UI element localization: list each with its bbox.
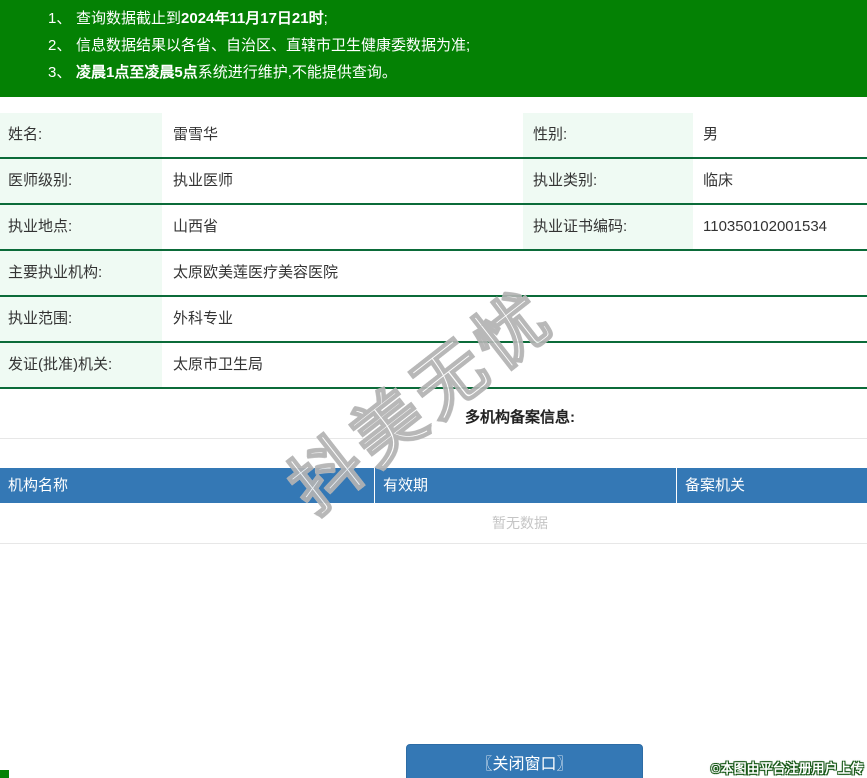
- notice-text-bold: 凌晨1点至凌晨5点: [76, 64, 198, 81]
- notice-line-number: 3、: [48, 64, 72, 81]
- notice-text: 系统进行维护,不能提供查询。: [197, 64, 397, 81]
- field-value-practice-place: 山西省: [173, 218, 219, 235]
- notice-text: ;: [323, 10, 328, 27]
- license-query-result-page: 1、 查询数据截止到2024年11月17日21时; 2、 信息数据结果以各省、自治区…: [0, 0, 867, 778]
- notice-line-number: 1、: [48, 10, 72, 27]
- field-value-doctor-level: 执业医师: [173, 172, 234, 189]
- notice-line-1: 1、 查询数据截止到2024年11月17日21时;: [0, 5, 867, 32]
- field-label-practice-type: 执业类别:: [523, 159, 693, 203]
- field-label-issuing-authority: 发证(批准)机关:: [0, 343, 162, 387]
- field-label-name: 姓名:: [0, 113, 162, 157]
- notice-text: 查询数据截止到: [76, 10, 182, 27]
- doctor-profile-table: 姓名: 雷雪华 性别: 男 医师级别: 执业医师 执业类别: 临床 执业地点: …: [0, 113, 867, 389]
- section-heading-multi-institution-records: 多机构备案信息:: [465, 409, 575, 426]
- field-label-practice-place: 执业地点:: [0, 205, 162, 249]
- column-header-validity-period: 有效期: [375, 468, 677, 503]
- table-row: 执业范围: 外科专业: [0, 297, 867, 343]
- field-value-practice-scope: 外科专业: [173, 310, 234, 327]
- field-value-main-institution: 太原欧美莲医疗美容医院: [173, 264, 339, 281]
- notice-banner: 1、 查询数据截止到2024年11月17日21时; 2、 信息数据结果以各省、自治区…: [0, 0, 867, 97]
- field-value-name: 雷雪华: [173, 126, 219, 143]
- notice-line-3: 3、 凌晨1点至凌晨5点系统进行维护,不能提供查询。: [0, 59, 867, 86]
- table-row: 执业地点: 山西省 执业证书编码: 110350102001534: [0, 205, 867, 251]
- corner-accent: [0, 770, 9, 778]
- field-value-gender: 男: [703, 126, 719, 143]
- field-label-certificate-no: 执业证书编码:: [523, 205, 693, 249]
- divider: [0, 543, 867, 544]
- copyright-watermark: ©本图由平台注册用户上传: [711, 761, 864, 776]
- notice-line-number: 2、: [48, 37, 72, 54]
- column-header-institution-name: 机构名称: [0, 468, 375, 503]
- notice-line-2: 2、 信息数据结果以各省、自治区、直辖市卫生健康委数据为准;: [0, 32, 867, 59]
- table-row: 发证(批准)机关: 太原市卫生局: [0, 343, 867, 389]
- notice-text-bold: 2024年11月17日21时: [181, 10, 324, 27]
- close-window-button[interactable]: 〖关闭窗口〗: [406, 744, 643, 778]
- column-header-record-authority: 备案机关: [685, 477, 746, 494]
- field-label-gender: 性别:: [523, 113, 693, 157]
- records-table-header: 机构名称 有效期 备案机关: [0, 468, 867, 503]
- field-label-doctor-level: 医师级别:: [0, 159, 162, 203]
- field-label-practice-scope: 执业范围:: [0, 297, 162, 341]
- field-value-issuing-authority: 太原市卫生局: [173, 356, 264, 373]
- field-label-main-institution: 主要执业机构:: [0, 251, 162, 295]
- empty-data-text: 暂无数据: [492, 515, 548, 531]
- notice-text: 信息数据结果以各省、自治区、直辖市卫生健康委数据为准;: [76, 37, 471, 54]
- table-row: 医师级别: 执业医师 执业类别: 临床: [0, 159, 867, 205]
- field-value-practice-type: 临床: [703, 172, 734, 189]
- divider: [0, 438, 867, 439]
- table-row: 姓名: 雷雪华 性别: 男: [0, 113, 867, 159]
- field-value-certificate-no: 110350102001534: [703, 218, 828, 235]
- table-row: 主要执业机构: 太原欧美莲医疗美容医院: [0, 251, 867, 297]
